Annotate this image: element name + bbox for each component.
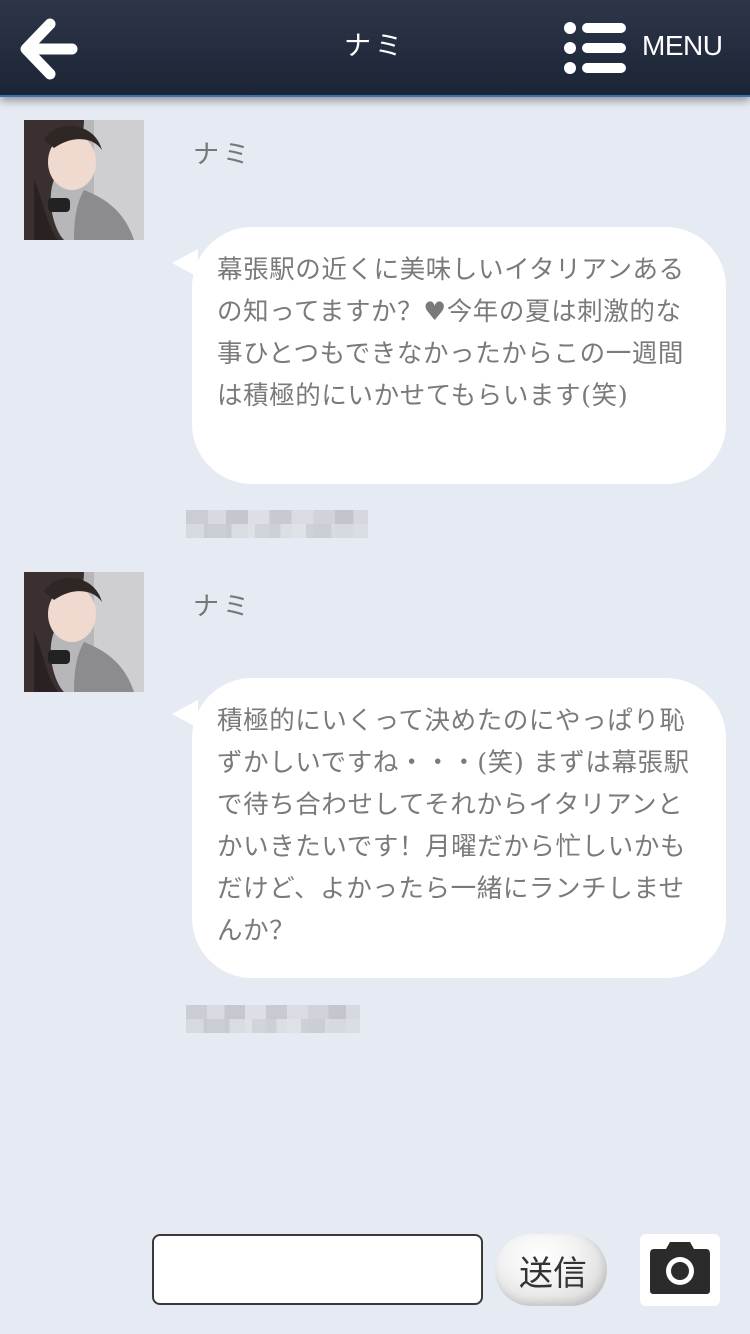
sender-avatar[interactable] <box>24 572 144 692</box>
message-text: 積極的にいくって決めたのにやっぱり恥ずかしいですね・・・(笑) まずは幕張駅で待… <box>217 706 690 946</box>
menu-button[interactable]: MENU <box>562 20 732 76</box>
profile-photo <box>24 120 144 240</box>
menu-label: MENU <box>642 30 723 61</box>
camera-button[interactable] <box>640 1234 720 1306</box>
sender-name: ナミ <box>193 592 254 622</box>
message-text: 幕張駅の近くに美味しいイタリアンあるの知ってますか？♥今年の夏は刺激的な事ひとつ… <box>217 255 685 411</box>
camera-icon <box>650 1242 710 1294</box>
timestamp-redacted <box>186 1005 360 1033</box>
bubble-tail <box>172 249 198 277</box>
send-button[interactable]: 送信 <box>495 1234 607 1306</box>
timestamp-redacted <box>186 510 368 538</box>
top-nav-bar: ナミ MENU <box>0 0 750 97</box>
hamburger-menu-icon <box>564 22 626 74</box>
message-bubble: 幕張駅の近くに美味しいイタリアンあるの知ってますか？♥今年の夏は刺激的な事ひとつ… <box>172 227 726 484</box>
profile-photo <box>24 572 144 692</box>
sender-name: ナミ <box>193 140 254 170</box>
sender-avatar[interactable] <box>24 120 144 240</box>
bubble-tail <box>172 700 198 728</box>
message-bubble: 積極的にいくって決めたのにやっぱり恥ずかしいですね・・・(笑) まずは幕張駅で待… <box>172 678 726 978</box>
message-input[interactable] <box>152 1234 483 1305</box>
